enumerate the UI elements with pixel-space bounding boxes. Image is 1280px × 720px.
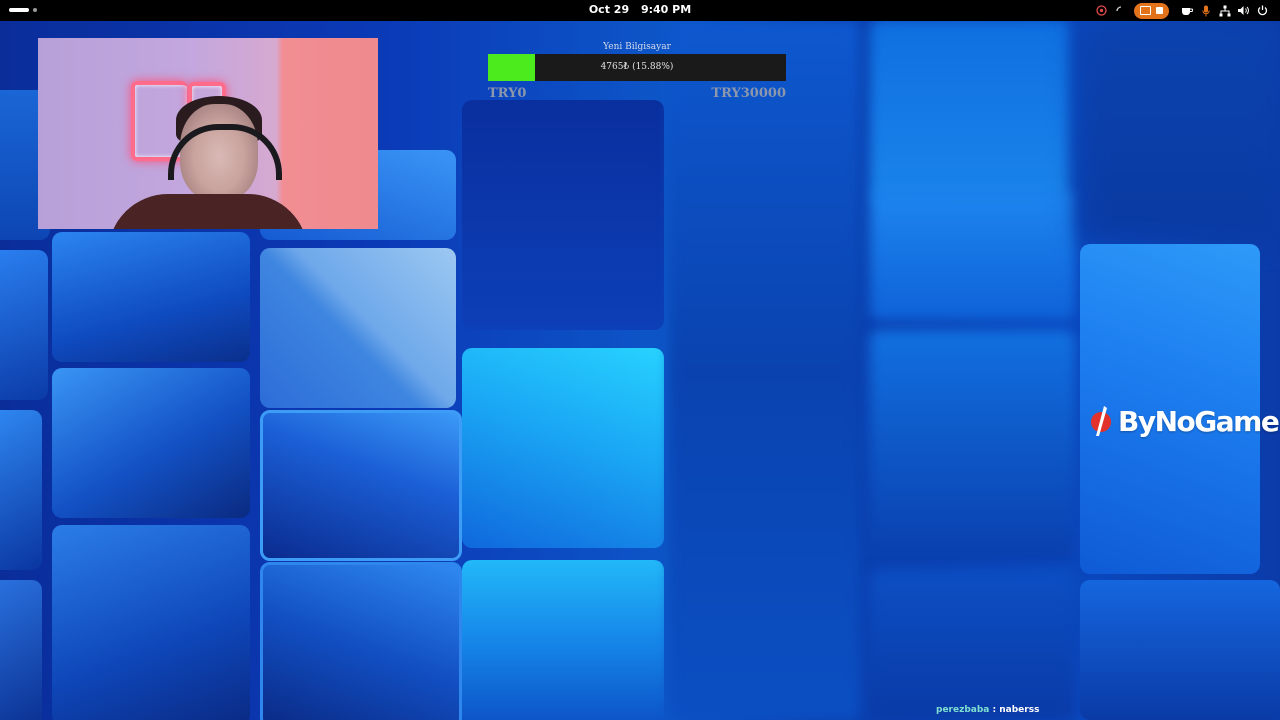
wallpaper-shape — [462, 560, 664, 720]
wallpaper-shape — [0, 410, 42, 570]
wallpaper-shape — [52, 525, 250, 720]
chat-username: perezbaba — [936, 705, 990, 715]
donation-goal-widget: Yeni Bilgisayar 4765₺ (15.88%) TRY0 TRY3… — [488, 40, 786, 101]
wallpaper-shape — [670, 20, 860, 720]
goal-title: Yeni Bilgisayar — [603, 42, 671, 52]
system-tray — [1092, 2, 1272, 19]
loading-spinner-icon — [1111, 2, 1130, 19]
clock[interactable]: Oct 29 9:40 PM — [0, 3, 1280, 16]
wallpaper-shape — [870, 20, 1070, 200]
wallpaper-shape — [462, 100, 664, 330]
top-panel: Oct 29 9:40 PM — [0, 0, 1280, 21]
network-icon[interactable] — [1215, 2, 1234, 19]
wallpaper-shape — [870, 330, 1075, 560]
screen-recording-indicator[interactable] — [1134, 2, 1169, 19]
clock-date: Oct 29 — [588, 3, 630, 16]
wallpaper-shape — [0, 250, 48, 400]
goal-progress-text: 4765₺ (15.88%) — [600, 62, 674, 72]
goal-progress-bar: 4765₺ (15.88%) — [488, 54, 786, 81]
wallpaper-shape — [52, 232, 250, 362]
bynogame-logo: ByNoGame — [1090, 404, 1280, 438]
color-picker-icon[interactable] — [1092, 2, 1111, 19]
coffee-icon[interactable] — [1177, 2, 1196, 19]
wallpaper-shape — [52, 368, 250, 518]
microphone-icon[interactable] — [1196, 2, 1215, 19]
wallpaper-shape — [870, 570, 1075, 720]
wallpaper-shape — [1080, 580, 1280, 720]
wallpaper-shape — [1080, 20, 1280, 240]
goal-range: TRY0 TRY30000 — [488, 86, 786, 101]
wallpaper-shape — [260, 248, 456, 408]
stop-icon[interactable] — [1156, 7, 1163, 14]
chat-separator: : — [992, 705, 997, 715]
power-icon[interactable] — [1253, 2, 1272, 19]
wallpaper-shape — [260, 410, 462, 561]
bynogame-logo-icon — [1091, 406, 1111, 436]
goal-min-label: TRY0 — [488, 86, 527, 101]
chat-text: naberss — [999, 705, 1040, 715]
streamer-torso — [108, 194, 308, 229]
wallpaper-shape — [870, 190, 1075, 320]
wallpaper-shape — [260, 562, 462, 720]
clock-time: 9:40 PM — [640, 3, 692, 16]
chat-message: perezbaba : naberss — [936, 705, 1039, 715]
bynogame-logo-text: ByNoGame — [1118, 404, 1280, 438]
volume-icon[interactable] — [1234, 2, 1253, 19]
webcam-overlay — [38, 38, 378, 229]
wallpaper-shape — [462, 348, 664, 548]
screencast-icon — [1140, 6, 1151, 15]
goal-max-label: TRY30000 — [711, 86, 786, 101]
wallpaper-shape — [0, 580, 42, 720]
